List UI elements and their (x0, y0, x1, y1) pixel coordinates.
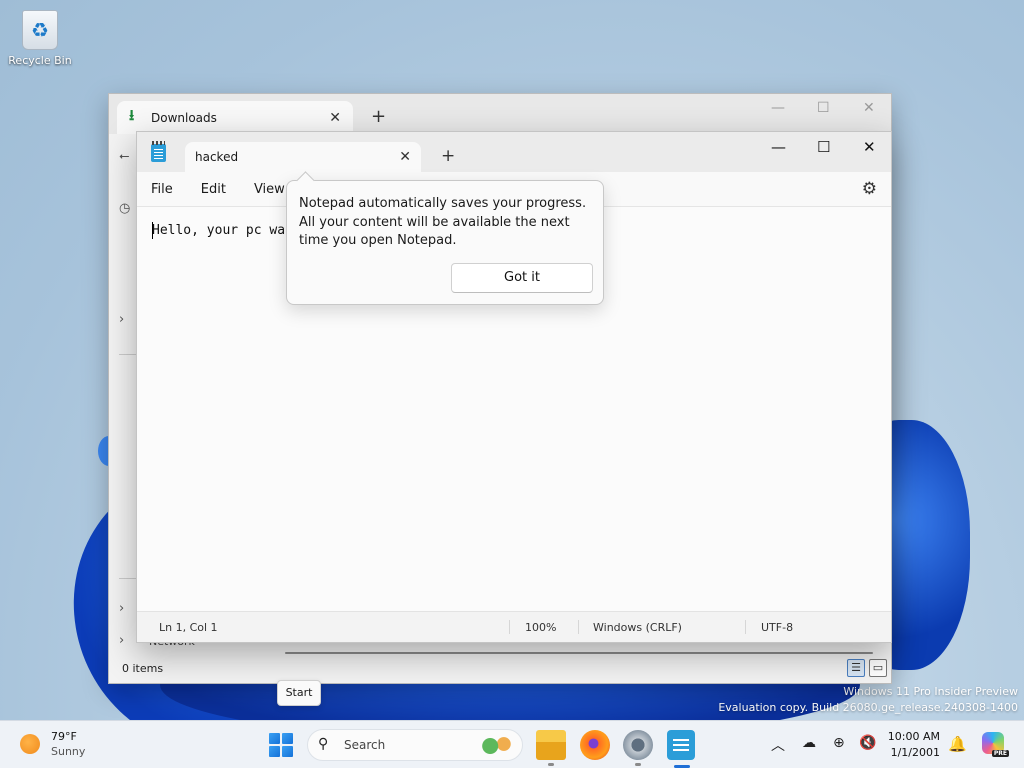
explorer-tab-title: Downloads (151, 110, 217, 125)
minimize-icon[interactable]: — (771, 100, 785, 116)
bell-icon[interactable]: 🔔 (948, 735, 967, 753)
recycle-bin-label: Recycle Bin (8, 54, 72, 67)
gear-icon[interactable]: ⚙ (862, 179, 877, 199)
item-count: 0 items (122, 662, 164, 675)
copilot-icon[interactable]: PRE (982, 732, 1009, 757)
status-separator (578, 620, 579, 634)
notepad-statusbar: Ln 1, Col 1 100% Windows (CRLF) UTF-8 (137, 611, 891, 642)
horizontal-scrollbar[interactable] (285, 652, 873, 654)
copilot-pre-badge: PRE (991, 750, 1009, 757)
editor-content[interactable]: Hello, your pc wa (152, 223, 285, 238)
close-icon[interactable]: ✕ (863, 100, 875, 116)
weather-widget[interactable]: 79°F Sunny (20, 729, 85, 759)
notepad-tab-title: hacked (195, 150, 239, 164)
weather-temperature: 79°F (51, 730, 77, 743)
search-icon: ⚲ (318, 736, 329, 752)
encoding[interactable]: UTF-8 (761, 621, 793, 634)
settings-icon[interactable] (623, 730, 653, 760)
chevron-up-icon[interactable]: ︿ (771, 735, 785, 755)
notepad-icon[interactable] (667, 730, 695, 760)
running-indicator (548, 763, 554, 766)
taskbar-search[interactable]: ⚲ Search (307, 729, 523, 761)
minimize-icon[interactable]: — (771, 138, 786, 156)
recycle-bin-icon: ♻ (22, 10, 58, 50)
clock-time: 10:00 AM (887, 730, 940, 743)
line-ending[interactable]: Windows (CRLF) (593, 621, 682, 634)
menu-edit[interactable]: Edit (193, 182, 234, 197)
start-button[interactable] (269, 733, 293, 757)
cursor-position: Ln 1, Col 1 (159, 621, 218, 634)
windows-logo-icon (282, 733, 293, 744)
close-tab-icon[interactable]: ✕ (399, 149, 411, 165)
download-icon: ⭳ (129, 106, 135, 124)
clock-date: 1/1/2001 (890, 746, 940, 759)
status-separator (509, 620, 510, 634)
notepad-icon (151, 141, 166, 162)
details-view-icon[interactable]: ☰ (847, 659, 865, 677)
tiles-view-icon[interactable]: ▭ (869, 659, 887, 677)
explorer-titlebar[interactable]: ⭳ Downloads ✕ + — ☐ ✕ (109, 94, 891, 134)
autosave-teaching-tip: Notepad automatically saves your progres… (286, 180, 604, 305)
notepad-new-tab-button[interactable]: + (441, 146, 455, 166)
notepad-titlebar[interactable]: hacked ✕ + — ☐ ✕ (137, 132, 891, 172)
volume-muted-icon[interactable]: 🔇 (859, 735, 876, 751)
zoom-level[interactable]: 100% (525, 621, 556, 634)
teaching-tip-message: Notepad automatically saves your progres… (299, 196, 587, 248)
running-indicator (635, 763, 641, 766)
firefox-icon[interactable] (580, 730, 610, 760)
back-arrow-icon[interactable]: ⭠ (119, 149, 129, 164)
file-explorer-icon[interactable] (536, 730, 566, 760)
taskbar-clock[interactable]: 10:00 AM 1/1/2001 (884, 729, 940, 761)
close-icon[interactable]: ✕ (863, 138, 876, 156)
windows-logo-icon (269, 733, 280, 744)
search-highlight-icon (480, 736, 514, 756)
explorer-tab-downloads[interactable]: ⭳ Downloads ✕ (117, 101, 353, 134)
evaluation-watermark: Windows 11 Pro Insider Preview Evaluatio… (718, 684, 1018, 716)
close-tab-icon[interactable]: ✕ (329, 110, 341, 126)
maximize-icon[interactable]: ☐ (817, 138, 830, 156)
globe-icon[interactable]: ⊕ (833, 735, 845, 751)
watermark-line-2: Evaluation copy. Build 26080.ge_release.… (718, 701, 1018, 714)
network-icon[interactable]: ☁ (802, 735, 816, 751)
chevron-right-icon[interactable]: › (119, 633, 124, 648)
weather-condition: Sunny (51, 745, 86, 758)
recycle-bin-shortcut[interactable]: ♻ Recycle Bin (8, 8, 72, 67)
status-separator (745, 620, 746, 634)
notepad-tab-hacked[interactable]: hacked ✕ (185, 142, 421, 172)
explorer-new-tab-button[interactable]: + (371, 106, 386, 127)
explorer-statusbar: 0 items ☰ ▭ (109, 655, 891, 683)
chevron-right-icon[interactable]: › (119, 312, 124, 327)
sun-icon (20, 734, 40, 754)
start-tooltip: Start (277, 680, 321, 706)
got-it-button[interactable]: Got it (451, 263, 593, 293)
chevron-right-icon[interactable]: › (119, 601, 124, 616)
menu-file[interactable]: File (143, 182, 181, 197)
history-icon[interactable]: ◷ (119, 201, 130, 216)
windows-logo-icon (269, 746, 280, 757)
taskbar: 79°F Sunny ⚲ Search ︿ ☁ ⊕ 🔇 10:00 AM 1/1… (0, 720, 1024, 768)
sidebar-divider (119, 354, 137, 355)
windows-logo-icon (282, 746, 293, 757)
search-label: Search (344, 738, 386, 752)
sidebar-divider (119, 578, 137, 579)
text-caret (152, 222, 153, 239)
watermark-line-1: Windows 11 Pro Insider Preview (843, 685, 1018, 698)
maximize-icon[interactable]: ☐ (817, 100, 830, 116)
